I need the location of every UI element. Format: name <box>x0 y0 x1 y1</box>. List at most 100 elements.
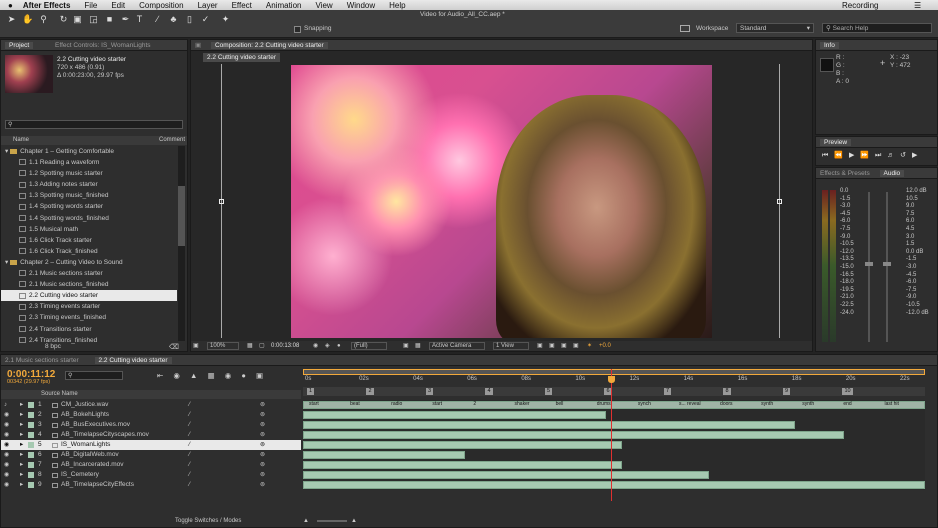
mask-icon[interactable]: ▢ <box>259 341 265 351</box>
rotate-tool-icon[interactable]: ↻ <box>58 14 69 25</box>
ram-preview-icon[interactable]: ▶ <box>912 152 917 159</box>
slider-handle[interactable] <box>883 262 891 266</box>
visibility-eye-icon[interactable]: ◉ <box>4 440 14 450</box>
visibility-eye-icon[interactable]: ◉ <box>4 470 14 480</box>
camera-select[interactable]: Active Camera <box>429 342 485 350</box>
loop-icon[interactable]: ↺ <box>900 152 906 159</box>
snapping-checkbox[interactable] <box>294 26 301 33</box>
graph-editor-icon[interactable]: ▣ <box>256 371 263 380</box>
zoom-out-icon[interactable]: ▲ <box>303 515 309 527</box>
disclosure-triangle-icon[interactable]: ▸ <box>20 470 28 480</box>
layer-duration-bar[interactable] <box>303 441 623 449</box>
label-color-swatch[interactable] <box>28 482 34 488</box>
parent-pickwhip-icon[interactable]: ⊚ <box>260 430 265 440</box>
layer-marker-label[interactable]: synth <box>761 401 773 407</box>
comp-marker[interactable]: 4 <box>485 388 493 395</box>
scroll-thumb[interactable] <box>178 186 185 246</box>
toggle-pixel-icon[interactable]: ▣ <box>537 341 543 351</box>
draft-3d-icon[interactable]: ◉ <box>173 371 180 380</box>
layer-duration-bar[interactable] <box>303 481 925 489</box>
quality-switch-icon[interactable]: ⁄ <box>189 480 190 490</box>
layer-marker-label[interactable]: beat <box>350 401 360 407</box>
layer-duration-bar[interactable] <box>303 471 709 479</box>
menu-layer[interactable]: Layer <box>198 1 218 10</box>
comp-marker[interactable]: 5 <box>544 388 553 395</box>
audio-slider-left[interactable] <box>865 192 873 342</box>
label-color-swatch[interactable] <box>28 442 34 448</box>
tab-project[interactable]: Project <box>5 42 34 49</box>
quality-switch-icon[interactable]: ⁄ <box>189 410 190 420</box>
apple-icon[interactable]: ● <box>8 1 13 10</box>
label-color-swatch[interactable] <box>28 422 34 428</box>
comp-marker[interactable]: 10 <box>842 388 853 395</box>
parent-pickwhip-icon[interactable]: ⊚ <box>260 450 265 460</box>
comp-marker[interactable]: 8 <box>723 388 731 395</box>
layer-row[interactable]: ◉ ▸ 3 AB_BusExecutives.mov ⁄ ⊚ <box>1 420 301 430</box>
parent-pickwhip-icon[interactable]: ⊚ <box>260 480 265 490</box>
lock-icon[interactable]: ▣ <box>195 42 201 49</box>
bpc-label[interactable]: 8 bpc <box>45 343 61 350</box>
project-list-item[interactable]: ▾ Chapter 1 – Getting Comfortable <box>1 146 177 157</box>
roi-icon[interactable]: ▣ <box>403 341 409 351</box>
clone-stamp-tool-icon[interactable]: ♣ <box>168 14 179 25</box>
parent-pickwhip-icon[interactable]: ⊚ <box>260 440 265 450</box>
quality-switch-icon[interactable]: ⁄ <box>189 470 190 480</box>
color-channel-icon[interactable]: ● <box>337 341 341 351</box>
layer-marker-label[interactable]: bell <box>556 401 564 407</box>
motion-blur-icon[interactable]: ◉ <box>225 371 232 380</box>
layer-marker-label[interactable]: drums <box>597 401 611 407</box>
reset-exposure-icon[interactable]: ✶ <box>587 341 592 351</box>
comp-timecode[interactable]: 0:00:13:08 <box>271 341 299 351</box>
quality-switch-icon[interactable]: ⁄ <box>189 430 190 440</box>
comp-marker[interactable]: 9 <box>782 388 791 395</box>
play-icon[interactable]: ▶ <box>849 152 854 159</box>
label-color-swatch[interactable] <box>28 412 34 418</box>
zoom-tool-icon[interactable]: ⚲ <box>38 14 49 25</box>
flowchart-icon[interactable]: ▣ <box>573 341 579 351</box>
parent-pickwhip-icon[interactable]: ⊚ <box>260 400 265 410</box>
layer-duration-bar[interactable] <box>303 431 844 439</box>
project-list-item[interactable]: 2.1 Music sections_finished <box>1 279 177 290</box>
visibility-eye-icon[interactable]: ◉ <box>4 480 14 490</box>
fast-preview-icon[interactable]: ▣ <box>549 341 555 351</box>
parent-pickwhip-icon[interactable]: ⊚ <box>260 410 265 420</box>
show-snapshot-icon[interactable]: ◈ <box>325 341 330 351</box>
list-icon[interactable]: ☰ <box>914 1 921 10</box>
menu-composition[interactable]: Composition <box>139 1 183 10</box>
column-comment[interactable]: Comment <box>159 136 185 145</box>
disclosure-triangle-icon[interactable]: ▸ <box>20 480 28 490</box>
project-list-item[interactable]: 2.4 Transitions starter <box>1 324 177 335</box>
visibility-eye-icon[interactable]: ◉ <box>4 420 14 430</box>
eraser-tool-icon[interactable]: ▯ <box>184 14 195 25</box>
comp-breadcrumb[interactable]: 2.2 Cutting video starter <box>203 53 281 62</box>
exposure-value[interactable]: +0.0 <box>599 341 611 351</box>
disclosure-triangle-icon[interactable]: ▸ <box>20 450 28 460</box>
mute-icon[interactable]: ♬ <box>887 152 894 159</box>
project-list-item[interactable]: 1.4 Spotting words_finished <box>1 213 177 224</box>
last-frame-icon[interactable]: ⏭ <box>875 152 881 159</box>
pan-behind-tool-icon[interactable]: ◲ <box>88 14 99 25</box>
comp-mini-flowchart-icon[interactable]: ⇤ <box>157 371 163 380</box>
quality-switch-icon[interactable]: ⁄ <box>189 420 190 430</box>
layer-row[interactable]: ♪ ▸ 1 CM_Justice.wav ⁄ ⊚ <box>1 400 301 410</box>
project-list-item[interactable]: 1.4 Spotting words starter <box>1 201 177 212</box>
always-preview-icon[interactable]: ▣ <box>193 341 199 351</box>
disclosure-triangle-icon[interactable]: ▸ <box>20 400 28 410</box>
layer-row[interactable]: ◉ ▸ 2 AB_BokehLights ⁄ ⊚ <box>1 410 301 420</box>
work-area-bar[interactable] <box>303 369 925 375</box>
playhead[interactable] <box>611 369 613 501</box>
quality-switch-icon[interactable]: ⁄ <box>189 440 190 450</box>
layer-row[interactable]: ◉ ▸ 4 AB_TimelapseCityscapes.mov ⁄ ⊚ <box>1 430 301 440</box>
layer-duration-bar[interactable] <box>303 411 606 419</box>
project-search-input[interactable]: ⚲ <box>5 120 183 129</box>
project-list-item[interactable]: 1.3 Adding notes starter <box>1 179 177 190</box>
comp-marker[interactable]: 7 <box>663 388 672 395</box>
quality-switch-icon[interactable]: ⁄ <box>189 460 190 470</box>
tab-music-sections[interactable]: 2.1 Music sections starter <box>5 357 79 364</box>
workspace-select[interactable]: Standard ▾ <box>736 23 814 33</box>
grid-icon[interactable]: ▦ <box>247 341 253 351</box>
comp-marker[interactable]: 2 <box>366 388 374 395</box>
disclosure-triangle-icon[interactable]: ▸ <box>20 440 28 450</box>
disclosure-triangle-icon[interactable]: ▸ <box>20 430 28 440</box>
tab-audio[interactable]: Audio <box>879 170 905 177</box>
